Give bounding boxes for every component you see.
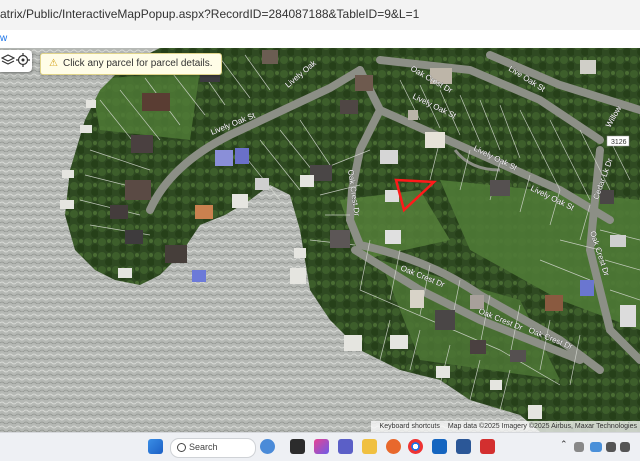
task-view-icon[interactable] — [290, 439, 305, 454]
search-placeholder: Search — [189, 442, 218, 452]
search-icon — [177, 443, 186, 452]
route-shield: 3126 — [611, 139, 627, 146]
wifi-icon[interactable] — [606, 442, 616, 452]
weather-icon[interactable] — [260, 439, 275, 454]
file-explorer-icon[interactable] — [362, 439, 377, 454]
warning-icon: ⚠ — [49, 58, 58, 69]
tray-app-icon[interactable] — [574, 442, 584, 452]
browser-address-bar[interactable]: atrix/Public/InteractiveMapPopup.aspx?Re… — [0, 0, 640, 31]
firefox-icon[interactable] — [386, 439, 401, 454]
map-canvas[interactable]: Lively Oak Lively Oak St Lively Oak St L… — [0, 48, 640, 432]
teams-icon[interactable] — [338, 439, 353, 454]
acrobat-icon[interactable] — [480, 439, 495, 454]
satellite-map[interactable]: Lively Oak Lively Oak St Lively Oak St L… — [0, 48, 640, 432]
word-icon[interactable] — [456, 439, 471, 454]
copilot-icon[interactable] — [314, 439, 329, 454]
tooltip-text: Click any parcel for parcel details. — [63, 58, 213, 69]
tray-overflow-icon[interactable]: ⌃ — [560, 439, 568, 450]
chrome-icon[interactable] — [408, 439, 423, 454]
windows-taskbar: Search ⌃ — [0, 432, 640, 461]
url-text[interactable]: atrix/Public/InteractiveMapPopup.aspx?Re… — [0, 7, 640, 23]
layers-icon[interactable] — [1, 53, 15, 67]
taskbar-search[interactable]: Search — [170, 438, 256, 458]
volume-icon[interactable] — [620, 442, 630, 452]
map-data-credit: Map data ©2025 Imagery ©2025 Airbus, Max… — [447, 423, 637, 430]
keyboard-shortcuts-link[interactable]: Keyboard shortcuts — [380, 423, 440, 430]
page-subbar: w — [0, 30, 640, 48]
map-attribution: Keyboard shortcuts Map data ©2025 Imager… — [370, 421, 640, 432]
map-tools — [0, 50, 32, 72]
start-icon[interactable] — [148, 439, 163, 454]
locate-icon[interactable] — [16, 53, 30, 67]
outlook-icon[interactable] — [432, 439, 447, 454]
onedrive-icon[interactable] — [590, 442, 602, 452]
view-link[interactable]: w — [0, 33, 7, 44]
parcel-tooltip: ⚠ Click any parcel for parcel details. — [40, 53, 222, 75]
